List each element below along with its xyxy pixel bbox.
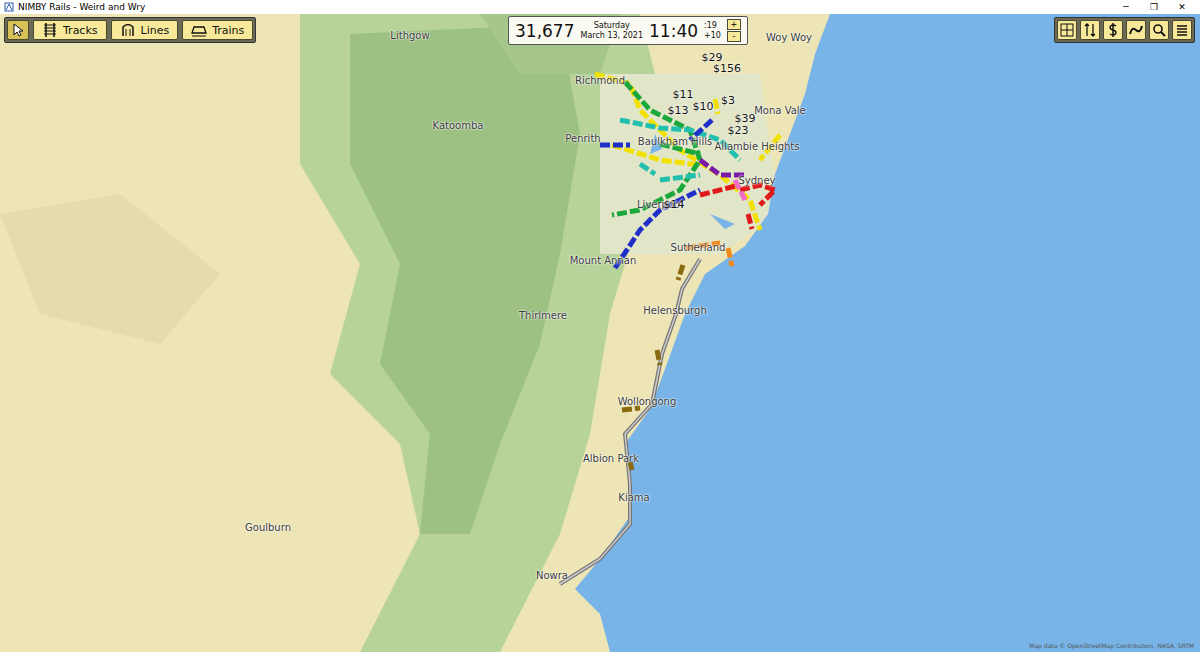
map-layers-icon <box>1059 22 1075 38</box>
mode-label: Tracks <box>63 24 98 37</box>
place-label: Penrith <box>565 133 600 144</box>
place-label: Wollongong <box>618 396 677 407</box>
place-label: Katoomba <box>433 120 484 131</box>
main-toolbar: Tracks Lines Trains <box>4 17 256 43</box>
speed-down-button[interactable]: - <box>727 31 741 42</box>
window-title: NIMBY Rails - Weird and Wry <box>18 0 1108 14</box>
money-display: 31,677 <box>515 21 574 41</box>
place-label: Nowra <box>536 570 568 581</box>
map-attribution: Map data © OpenStreetMap Contributors, N… <box>1029 642 1194 649</box>
pointer-icon <box>11 23 25 37</box>
speed-controls: +- <box>727 19 741 42</box>
place-label: Thirlmere <box>519 310 567 321</box>
earnings-label: $14 <box>664 198 685 211</box>
place-label: Richmond <box>575 75 625 86</box>
sort-icon <box>1082 22 1098 38</box>
finance-icon <box>1105 22 1121 38</box>
timezone-label: +10 <box>704 31 721 41</box>
pointer-button[interactable] <box>7 20 29 40</box>
search-button[interactable] <box>1149 20 1169 40</box>
window-controls: ─❐✕ <box>1112 0 1196 14</box>
chart-icon <box>1128 22 1144 38</box>
earnings-label: $39 <box>735 112 756 125</box>
seconds-display: :19+10 <box>704 21 721 41</box>
train-line[interactable] <box>700 160 745 175</box>
date-display: SaturdayMarch 13, 2021 <box>580 21 643 41</box>
day-label: Saturday <box>594 21 630 31</box>
right-toolbar <box>1054 17 1195 43</box>
place-label: Mona Vale <box>754 105 806 116</box>
maximize-button[interactable]: ❐ <box>1140 0 1168 14</box>
app-icon <box>4 2 14 12</box>
place-label: Lithgow <box>390 30 429 41</box>
mode-label: Trains <box>212 24 244 37</box>
close-button[interactable]: ✕ <box>1168 0 1196 14</box>
clock-panel: 31,677SaturdayMarch 13, 202111:40:19+10+… <box>508 16 748 45</box>
place-label: Woy Woy <box>766 32 812 43</box>
minimize-button[interactable]: ─ <box>1112 0 1140 14</box>
place-label: Mount Annan <box>570 255 637 266</box>
place-label: Allambie Heights <box>715 141 800 152</box>
mode-button[interactable]: Lines <box>111 20 179 40</box>
title-bar: NIMBY Rails - Weird and Wry ─❐✕ <box>0 0 1200 14</box>
chart-button[interactable] <box>1126 20 1146 40</box>
earnings-label: $10 <box>693 100 714 113</box>
menu-button[interactable] <box>1172 20 1192 40</box>
train-line[interactable] <box>595 74 780 230</box>
mode-button[interactable]: Trains <box>182 20 253 40</box>
terrain-map <box>0 14 1200 652</box>
earnings-label: $11 <box>673 88 694 101</box>
rail-network <box>0 14 1200 652</box>
menu-icon <box>1174 22 1190 38</box>
place-label: Sydney <box>738 175 775 186</box>
finance-button[interactable] <box>1103 20 1123 40</box>
speed-up-button[interactable]: + <box>727 19 741 30</box>
date-label: March 13, 2021 <box>580 31 643 41</box>
train-line[interactable] <box>700 185 775 229</box>
mode-label: Lines <box>141 24 170 37</box>
earnings-label: $156 <box>713 62 741 75</box>
earnings-label: $3 <box>721 94 735 107</box>
time-display: 11:40 <box>649 21 698 41</box>
mode-button[interactable]: Tracks <box>33 20 107 40</box>
search-icon <box>1151 22 1167 38</box>
map[interactable]: Lithgow Woy Woy Richmond Katoomba Penrith Mon… <box>0 14 1200 652</box>
tracks-icon <box>42 22 58 38</box>
sort-button[interactable] <box>1080 20 1100 40</box>
place-label: Sutherland <box>671 242 726 253</box>
seconds-label: :19 <box>704 21 721 31</box>
place-label: Kiama <box>618 492 649 503</box>
earnings-label: $13 <box>668 104 689 117</box>
train-icon <box>191 22 207 38</box>
place-label: Helensburgh <box>643 305 706 316</box>
earnings-label: $23 <box>728 124 749 137</box>
place-label: Albion Park <box>583 453 639 464</box>
place-label: Goulburn <box>245 522 291 533</box>
lines-icon <box>120 22 136 38</box>
train-line[interactable] <box>622 265 683 470</box>
place-label: Baulkham Hills <box>638 136 712 147</box>
map-layers-button[interactable] <box>1057 20 1077 40</box>
